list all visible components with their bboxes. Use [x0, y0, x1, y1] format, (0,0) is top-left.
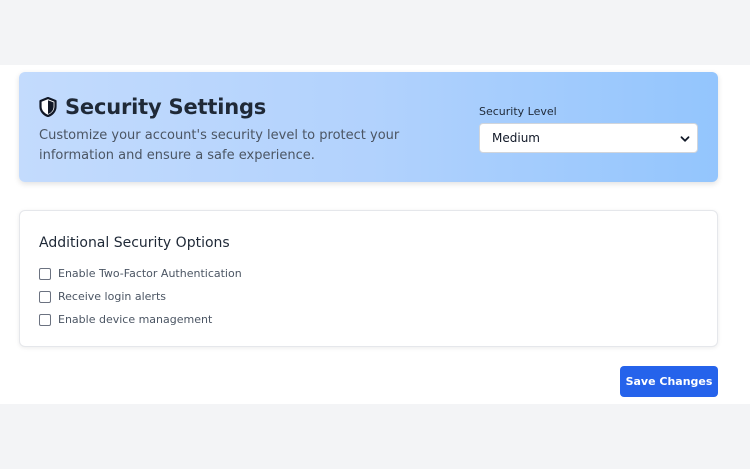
security-level-select[interactable]: Medium [479, 123, 698, 153]
settings-page: Security Settings Customize your account… [0, 65, 750, 404]
page-title-text: Security Settings [65, 95, 267, 119]
login-alerts-checkbox[interactable] [39, 290, 51, 303]
option-label: Enable Two-Factor Authentication [58, 267, 242, 280]
chevron-down-icon [680, 133, 690, 143]
page-description: Customize your account's security level … [39, 128, 400, 163]
security-level-value: Medium [492, 131, 540, 145]
option-login-alerts[interactable]: Receive login alerts [39, 290, 166, 303]
option-two-factor[interactable]: Enable Two-Factor Authentication [39, 267, 242, 280]
page-title: Security Settings [39, 95, 266, 119]
options-title: Additional Security Options [39, 235, 230, 251]
option-label: Enable device management [58, 313, 213, 326]
device-management-checkbox[interactable] [39, 313, 51, 326]
security-settings-header: Security Settings Customize your account… [19, 72, 718, 182]
option-label: Receive login alerts [58, 290, 166, 303]
additional-security-options: Additional Security Options Enable Two-F… [19, 210, 718, 347]
security-level-label: Security Level [479, 105, 557, 118]
two-factor-checkbox[interactable] [39, 267, 51, 280]
option-device-management[interactable]: Enable device management [39, 313, 212, 326]
save-changes-button[interactable]: Save Changes [620, 366, 718, 397]
shield-icon [39, 96, 57, 118]
